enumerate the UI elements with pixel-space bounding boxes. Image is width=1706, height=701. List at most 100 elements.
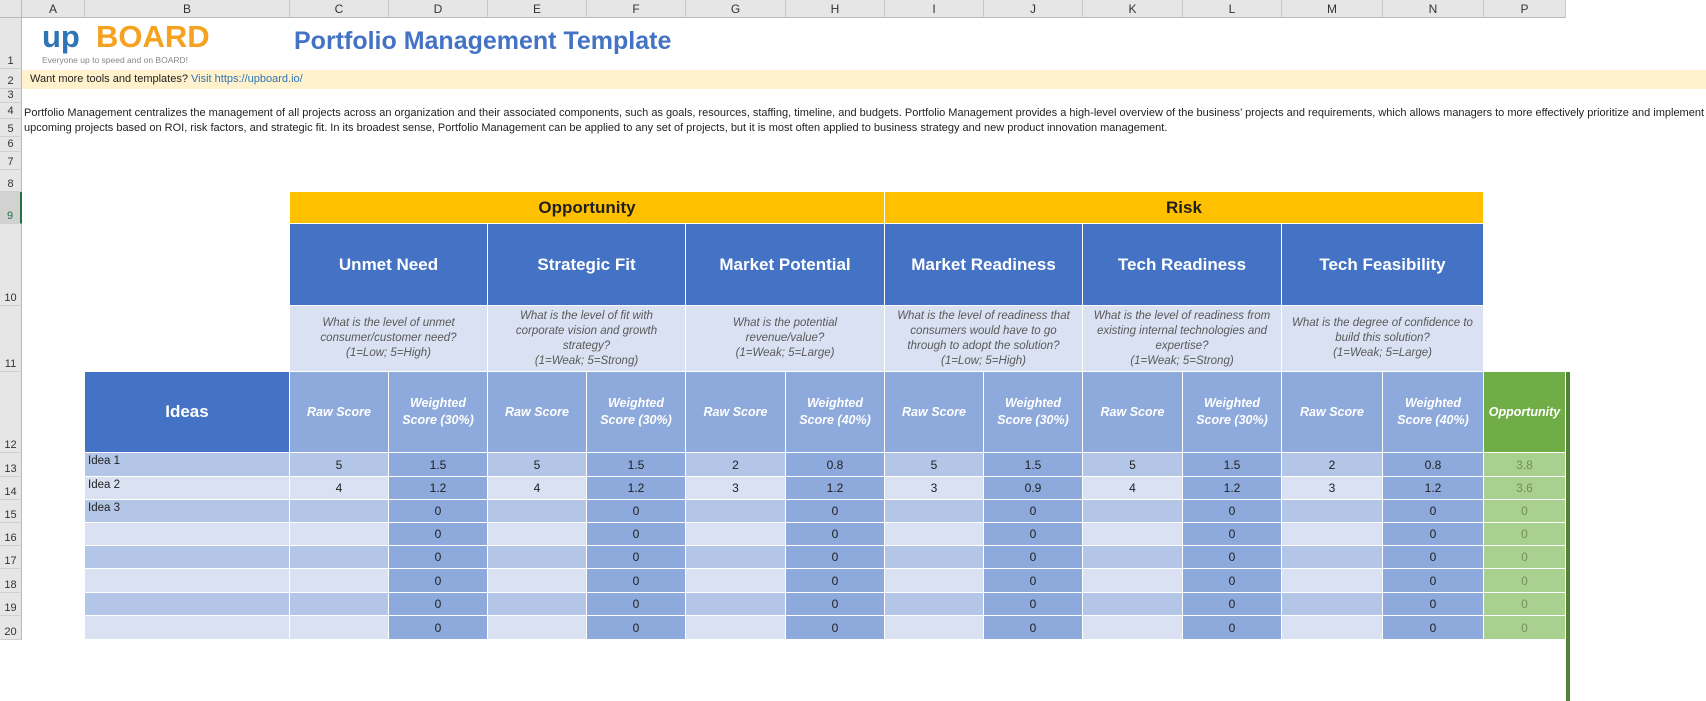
weighted-score-cell[interactable]: 0	[1183, 616, 1282, 640]
row-header-13[interactable]: 13	[0, 453, 22, 477]
raw-score-cell[interactable]	[290, 616, 389, 640]
raw-score-cell[interactable]: 4	[1083, 477, 1183, 500]
raw-score-cell[interactable]	[686, 569, 786, 593]
idea-name-cell[interactable]: Idea 2	[85, 477, 290, 500]
weighted-score-cell[interactable]: 0	[984, 569, 1083, 593]
raw-score-cell[interactable]	[686, 546, 786, 569]
raw-score-cell[interactable]: 2	[686, 453, 786, 477]
weighted-score-cell[interactable]: 1.2	[786, 477, 885, 500]
weighted-score-cell[interactable]: 0	[984, 500, 1083, 523]
raw-score-cell[interactable]	[686, 523, 786, 546]
weighted-score-cell[interactable]: 0	[1383, 593, 1484, 616]
weighted-score-cell[interactable]: 0	[984, 593, 1083, 616]
weighted-score-cell[interactable]: 0	[786, 523, 885, 546]
raw-score-cell[interactable]	[885, 546, 984, 569]
column-header-l[interactable]: L	[1183, 0, 1282, 18]
raw-score-cell[interactable]	[885, 616, 984, 640]
raw-score-cell[interactable]	[488, 616, 587, 640]
row-header-14[interactable]: 14	[0, 477, 22, 500]
row-header-16[interactable]: 16	[0, 523, 22, 546]
row-header-3[interactable]: 3	[0, 89, 22, 103]
weighted-score-cell[interactable]: 1.5	[984, 453, 1083, 477]
weighted-score-cell[interactable]: 0	[1383, 500, 1484, 523]
row-header-5[interactable]: 5	[0, 119, 22, 137]
idea-name-cell[interactable]: Idea 3	[85, 500, 290, 523]
opportunity-score-cell[interactable]: 0	[1484, 500, 1566, 523]
weighted-score-cell[interactable]: 1.5	[587, 453, 686, 477]
weighted-score-cell[interactable]: 0	[389, 546, 488, 569]
raw-score-cell[interactable]	[488, 523, 587, 546]
raw-score-cell[interactable]: 3	[686, 477, 786, 500]
column-header-d[interactable]: D	[389, 0, 488, 18]
weighted-score-cell[interactable]: 0.8	[1383, 453, 1484, 477]
raw-score-cell[interactable]	[1083, 593, 1183, 616]
weighted-score-cell[interactable]: 0	[786, 546, 885, 569]
raw-score-cell[interactable]: 5	[1083, 453, 1183, 477]
promo-link[interactable]: Visit https://upboard.io/	[191, 73, 303, 85]
raw-score-cell[interactable]	[290, 569, 389, 593]
column-header-p[interactable]: P	[1484, 0, 1566, 18]
raw-score-cell[interactable]	[488, 500, 587, 523]
column-header-c[interactable]: C	[290, 0, 389, 18]
opportunity-score-cell[interactable]: 0	[1484, 546, 1566, 569]
column-header-f[interactable]: F	[587, 0, 686, 18]
weighted-score-cell[interactable]: 0	[389, 523, 488, 546]
row-header-10[interactable]: 10	[0, 224, 22, 306]
column-header-h[interactable]: H	[786, 0, 885, 18]
column-header-k[interactable]: K	[1083, 0, 1183, 18]
raw-score-cell[interactable]	[885, 523, 984, 546]
weighted-score-cell[interactable]: 0	[1383, 523, 1484, 546]
opportunity-score-cell[interactable]: 0	[1484, 616, 1566, 640]
opportunity-score-cell[interactable]: 3.6	[1484, 477, 1566, 500]
raw-score-cell[interactable]	[290, 593, 389, 616]
weighted-score-cell[interactable]: 0	[786, 500, 885, 523]
raw-score-cell[interactable]	[885, 500, 984, 523]
raw-score-cell[interactable]	[1282, 500, 1383, 523]
weighted-score-cell[interactable]: 0.8	[786, 453, 885, 477]
row-header-6[interactable]: 6	[0, 137, 22, 152]
weighted-score-cell[interactable]: 0	[786, 569, 885, 593]
weighted-score-cell[interactable]: 1.2	[587, 477, 686, 500]
raw-score-cell[interactable]	[488, 593, 587, 616]
raw-score-cell[interactable]	[488, 546, 587, 569]
idea-name-cell[interactable]	[85, 523, 290, 546]
column-header-j[interactable]: J	[984, 0, 1083, 18]
raw-score-cell[interactable]	[1282, 523, 1383, 546]
raw-score-cell[interactable]: 5	[290, 453, 389, 477]
column-header-i[interactable]: I	[885, 0, 984, 18]
row-header-12[interactable]: 12	[0, 372, 22, 453]
row-header-11[interactable]: 11	[0, 306, 22, 372]
weighted-score-cell[interactable]: 0	[786, 616, 885, 640]
weighted-score-cell[interactable]: 0	[389, 500, 488, 523]
weighted-score-cell[interactable]: 0	[984, 616, 1083, 640]
raw-score-cell[interactable]: 5	[488, 453, 587, 477]
weighted-score-cell[interactable]: 0	[1183, 569, 1282, 593]
weighted-score-cell[interactable]: 0	[1183, 546, 1282, 569]
idea-name-cell[interactable]	[85, 546, 290, 569]
opportunity-score-cell[interactable]: 3.8	[1484, 453, 1566, 477]
weighted-score-cell[interactable]: 1.2	[1183, 477, 1282, 500]
row-header-9[interactable]: 9	[0, 192, 22, 224]
raw-score-cell[interactable]	[686, 593, 786, 616]
raw-score-cell[interactable]: 4	[290, 477, 389, 500]
weighted-score-cell[interactable]: 1.5	[389, 453, 488, 477]
raw-score-cell[interactable]	[488, 569, 587, 593]
row-header-8[interactable]: 8	[0, 170, 22, 192]
raw-score-cell[interactable]	[1083, 569, 1183, 593]
weighted-score-cell[interactable]: 0	[389, 616, 488, 640]
weighted-score-cell[interactable]: 0	[587, 500, 686, 523]
raw-score-cell[interactable]	[686, 500, 786, 523]
column-header-g[interactable]: G	[686, 0, 786, 18]
column-header-n[interactable]: N	[1383, 0, 1484, 18]
opportunity-score-cell[interactable]: 0	[1484, 593, 1566, 616]
row-header-4[interactable]: 4	[0, 103, 22, 119]
row-header-19[interactable]: 19	[0, 593, 22, 616]
raw-score-cell[interactable]: 3	[1282, 477, 1383, 500]
weighted-score-cell[interactable]: 0	[786, 593, 885, 616]
raw-score-cell[interactable]	[1282, 546, 1383, 569]
idea-name-cell[interactable]	[85, 616, 290, 640]
idea-name-cell[interactable]: Idea 1	[85, 453, 290, 477]
raw-score-cell[interactable]	[1282, 593, 1383, 616]
weighted-score-cell[interactable]: 0	[1383, 546, 1484, 569]
column-header-a[interactable]: A	[22, 0, 85, 18]
